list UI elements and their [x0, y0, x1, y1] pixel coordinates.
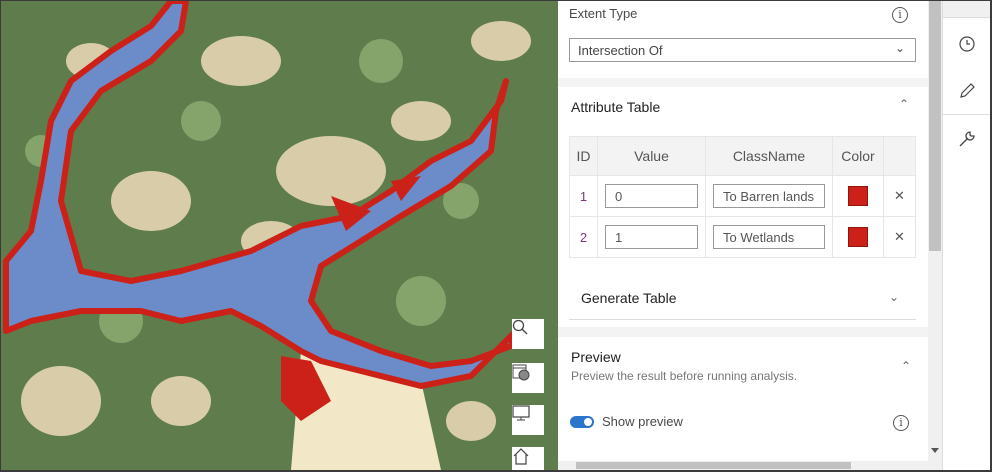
right-toolbar: [942, 1, 990, 470]
info-icon[interactable]: i: [892, 7, 908, 23]
search-button[interactable]: [512, 319, 544, 349]
color-swatch[interactable]: [848, 227, 868, 247]
extent-section: Extent Type i Intersection Of ⌄: [558, 1, 928, 78]
row-id: 1: [569, 175, 598, 217]
info-icon[interactable]: i: [893, 415, 909, 431]
attribute-table-section: Attribute Table ⌃ ID Value ClassName Col…: [558, 87, 928, 327]
extent-type-value: Intersection Of: [578, 43, 663, 58]
chevron-down-icon: ⌄: [889, 290, 900, 304]
col-value: Value: [597, 136, 706, 176]
col-id: ID: [569, 136, 598, 176]
preview-description: Preview the result before running analys…: [571, 369, 798, 383]
hscroll-thumb[interactable]: [576, 462, 851, 469]
map-canvas: [3, 1, 531, 470]
home-button[interactable]: [512, 447, 544, 470]
tools-button[interactable]: [943, 115, 990, 163]
close-icon: ✕: [894, 188, 905, 203]
generate-table-title: Generate Table: [581, 290, 677, 306]
fullscreen-icon: [512, 405, 530, 421]
col-color: Color: [832, 136, 884, 176]
extent-type-select[interactable]: Intersection Of ⌄: [569, 38, 916, 62]
chevron-up-icon[interactable]: ⌃: [899, 97, 909, 111]
attribute-table: ID Value ClassName Color 1 0 To Barren l…: [569, 136, 916, 258]
remove-row-button[interactable]: ✕: [883, 175, 916, 217]
extent-type-label: Extent Type: [569, 6, 638, 21]
chevron-down-icon: ⌄: [894, 41, 905, 55]
classname-input[interactable]: To Barren lands: [713, 184, 825, 208]
horizontal-scrollbar[interactable]: [558, 461, 942, 470]
history-icon: [959, 36, 975, 52]
remove-row-button[interactable]: ✕: [883, 216, 916, 258]
history-button[interactable]: [943, 20, 990, 68]
close-icon: ✕: [894, 229, 905, 244]
scroll-thumb[interactable]: [929, 1, 941, 251]
search-icon: [512, 319, 528, 335]
show-preview-toggle[interactable]: [570, 416, 594, 428]
analysis-panel: Extent Type i Intersection Of ⌄ Attribut…: [558, 1, 928, 461]
wrench-icon: [959, 131, 975, 147]
table-row: 2 1 To Wetlands ✕: [569, 216, 916, 258]
basemap-gallery-button[interactable]: [512, 363, 544, 393]
col-classname: ClassName: [705, 136, 833, 176]
edit-button[interactable]: [943, 67, 990, 115]
row-id: 2: [569, 216, 598, 258]
chevron-up-icon[interactable]: ⌃: [901, 359, 911, 373]
value-input[interactable]: 1: [605, 225, 698, 249]
home-icon: [513, 448, 529, 465]
col-actions: [883, 136, 916, 176]
preview-title[interactable]: Preview: [571, 349, 621, 365]
attribute-table-title[interactable]: Attribute Table: [571, 99, 660, 115]
edit-icon: [960, 83, 975, 98]
vertical-scrollbar[interactable]: [928, 1, 942, 461]
table-row: 1 0 To Barren lands ✕: [569, 175, 916, 217]
fullscreen-button[interactable]: [512, 405, 544, 435]
value-input[interactable]: 0: [605, 184, 698, 208]
generate-table-header[interactable]: Generate Table ⌄: [569, 262, 916, 320]
show-preview-label: Show preview: [602, 414, 683, 429]
preview-section: Preview Preview the result before runnin…: [558, 337, 928, 461]
color-swatch[interactable]: [848, 186, 868, 206]
basemap-gallery-icon: [512, 364, 530, 381]
scroll-down-arrow[interactable]: [931, 448, 939, 453]
classname-input[interactable]: To Wetlands: [713, 225, 825, 249]
map-view[interactable]: [1, 1, 558, 470]
